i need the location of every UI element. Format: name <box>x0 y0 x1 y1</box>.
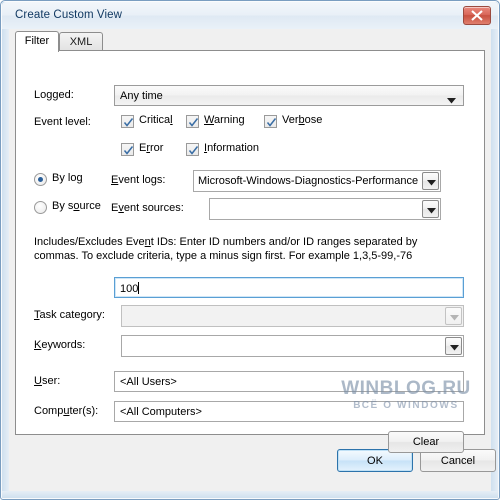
check-icon <box>123 146 134 155</box>
computers-input[interactable]: <All Computers> <box>114 401 464 422</box>
chevron-down-icon <box>450 315 459 321</box>
window-frame-left <box>2 2 9 498</box>
task-category-dropdown-button[interactable] <box>445 307 462 325</box>
keywords-dropdown-button[interactable] <box>445 337 462 355</box>
event-logs-label: Event logs: <box>111 174 166 186</box>
logged-combo-value: Any time <box>120 90 163 102</box>
logged-combo[interactable]: Any time <box>114 85 464 106</box>
radio-dot-icon <box>38 177 43 182</box>
event-logs-dropdown-button[interactable] <box>422 172 439 190</box>
title-bar: Create Custom View <box>2 2 498 29</box>
radio-by-log-label: By log <box>52 172 83 184</box>
close-icon <box>471 10 483 21</box>
user-input[interactable]: <All Users> <box>114 371 464 392</box>
tab-xml[interactable]: XML <box>59 32 103 51</box>
checkbox-error-box <box>121 143 134 156</box>
close-button[interactable] <box>463 6 491 25</box>
checkbox-critical-box <box>121 115 134 128</box>
event-level-label: Event level: <box>34 116 91 128</box>
chevron-down-icon <box>427 208 436 214</box>
checkbox-verbose-box <box>264 115 277 128</box>
keywords-label: Keywords: <box>34 339 86 351</box>
radio-by-source-label: By source <box>52 200 101 212</box>
keywords-combo[interactable] <box>121 335 464 357</box>
check-icon <box>188 118 199 127</box>
checkbox-warning-box <box>186 115 199 128</box>
tab-filter[interactable]: Filter <box>15 31 59 52</box>
window-frame-bottom <box>2 491 498 498</box>
clear-button[interactable]: Clear <box>388 431 464 453</box>
chevron-down-icon <box>447 95 456 107</box>
event-logs-combo[interactable]: Microsoft-Windows-Diagnostics-Performanc… <box>193 170 441 192</box>
checkbox-information-box <box>186 143 199 156</box>
check-icon <box>123 118 134 127</box>
event-ids-hint: Includes/Excludes Event IDs: Enter ID nu… <box>34 236 418 262</box>
task-category-label: Task category: <box>34 309 105 321</box>
event-logs-combo-value: Microsoft-Windows-Diagnostics-Performanc… <box>198 175 419 187</box>
window-title: Create Custom View <box>15 9 123 21</box>
chevron-down-icon <box>450 345 459 351</box>
event-ids-input-value: 100 <box>120 282 140 295</box>
checkbox-warning-label: Warning <box>204 114 245 126</box>
user-input-value: <All Users> <box>120 376 177 388</box>
check-icon <box>266 118 277 127</box>
checkbox-verbose-label: Verbose <box>282 114 323 126</box>
text-caret <box>138 282 140 294</box>
filter-tab-page: Logged: Any time Event level: Critical W… <box>15 50 485 453</box>
window-frame-right <box>491 2 498 498</box>
radio-by-source-button <box>34 201 47 214</box>
create-custom-view-dialog: Create Custom View Filter XML Logged: An… <box>0 0 500 500</box>
check-icon <box>188 146 199 155</box>
event-sources-label: Event sources: <box>111 202 184 214</box>
user-label: User: <box>34 375 61 387</box>
event-ids-input[interactable]: 100 <box>114 277 464 298</box>
chevron-down-icon <box>427 180 436 186</box>
dialog-client-area: Filter XML Logged: Any time Event level:… <box>9 29 496 491</box>
radio-by-log-button <box>34 173 47 186</box>
checkbox-information-label: Information <box>204 142 260 154</box>
computers-label: Computer(s): <box>34 405 99 417</box>
logged-label: Logged: <box>34 89 74 101</box>
task-category-combo[interactable] <box>121 305 464 327</box>
checkbox-critical-label: Critical <box>139 114 173 126</box>
event-sources-combo[interactable] <box>209 198 441 220</box>
computers-input-value: <All Computers> <box>120 406 202 418</box>
checkbox-error-label: Error <box>139 142 164 154</box>
event-sources-dropdown-button[interactable] <box>422 200 439 218</box>
